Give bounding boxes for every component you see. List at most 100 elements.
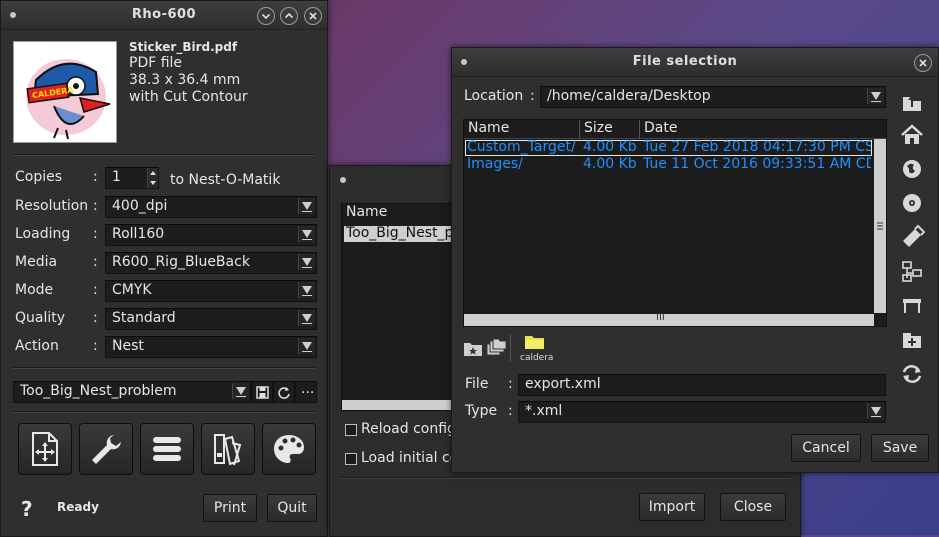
column-divider [639,120,640,138]
print-button[interactable]: Print [203,494,257,522]
file-row[interactable]: Images/4.00 Kb Tue 11 Oct 2016 09:33:51 A… [465,156,872,173]
refresh-icon [278,387,290,399]
setting-value: Nest [112,338,144,354]
setting-value: 400_dpi [112,198,168,214]
setting-value: CMYK [112,282,152,298]
settings-button[interactable] [79,423,133,475]
setting-label: Mode [15,282,54,298]
preset-select[interactable]: Too_Big_Nest_problem [13,381,251,403]
load-initial-checkbox[interactable] [345,453,357,465]
location-label: Location [464,88,524,104]
preset-more-button[interactable]: ... [295,381,317,403]
window-menu-dot[interactable] [340,177,346,183]
save-button[interactable]: Save [871,434,929,462]
nest-row-text: Too_Big_Nest_p [346,225,454,241]
nest-close-button[interactable]: Close [720,493,786,521]
column-name[interactable]: Name [468,120,509,136]
minimize-button[interactable] [257,7,275,25]
setting-label: Resolution [15,198,89,214]
file-list[interactable]: Name Size Date Custom_Target/4.00 Kb Tue … [463,119,887,327]
file-type: PDF file [129,55,183,71]
cdrom-button[interactable] [899,190,925,216]
new-folder-button[interactable] [899,327,925,353]
spinner-arrows[interactable] [147,168,158,188]
bookmark-caldera[interactable]: caldera [518,332,554,366]
chevron-down-icon [298,254,315,270]
nest-row[interactable]: Too_Big_Nest_p [344,225,454,242]
setting-value: Standard [112,310,176,326]
type-select[interactable]: *.xml [518,401,886,423]
setting-select[interactable]: Roll160 [105,224,317,246]
wrench-icon [92,435,121,464]
home-button[interactable] [899,122,925,148]
spinner-icon [150,171,156,185]
column-size[interactable]: Size [584,120,613,136]
column-divider [579,120,580,138]
dialog-close-button[interactable] [914,54,932,72]
setting-colon: : [93,338,98,354]
nest-hscrollbar[interactable] [342,400,454,410]
save-preset-button[interactable] [251,381,273,403]
setting-select[interactable]: Standard [105,308,317,330]
file-colon: : [508,376,513,392]
copies-spinner[interactable]: 1 [105,167,159,189]
location-colon: : [530,88,535,104]
file-row-date: Tue 11 Oct 2016 09:33:51 AM CDT [643,156,871,172]
chevron-down-icon [232,383,249,399]
mounts-button[interactable] [899,258,925,284]
divider [13,367,315,369]
file-name-input[interactable]: export.xml [518,374,886,396]
folder-up-icon [903,95,921,111]
palette-icon [274,435,304,463]
main-window-title: Rho-600 [131,7,197,22]
reload-preset-button[interactable] [273,381,295,403]
folder-icon [525,336,544,349]
new-job-button[interactable] [18,423,72,475]
manage-bookmarks-button[interactable] [485,338,507,358]
main-window: Rho-600 CALDERA Sticker_Bird.pdf PDF fil… [0,0,328,537]
quit-button[interactable]: Quit [267,494,317,522]
vertical-scrollbar[interactable] [874,139,886,313]
maximize-button[interactable] [280,7,298,25]
location-select[interactable]: /home/caldera/Desktop [540,86,886,108]
divider [13,154,315,156]
close-button[interactable] [304,7,322,25]
reload-config-checkbox[interactable] [345,424,357,436]
column-date[interactable]: Date [644,120,677,136]
add-bookmark-button[interactable] [463,338,483,358]
parent-directory-button[interactable] [899,89,925,115]
setting-select[interactable]: R600_Rig_BlueBack [105,252,317,274]
chevron-down-icon [298,226,315,242]
palette-button[interactable] [262,423,316,475]
file-name-value: export.xml [525,376,601,392]
setting-colon: : [93,254,98,270]
setting-select[interactable]: 400_dpi [105,196,317,218]
folder-star-icon [464,343,482,356]
import-button[interactable]: Import [639,493,705,521]
bookmark-caldera-label: caldera [520,353,554,363]
nest-list[interactable]: Name Too_Big_Nest_p [341,203,455,411]
setting-select[interactable]: Nest [105,336,317,358]
horizontal-scrollbar[interactable]: III [464,312,886,326]
folder-plus-icon [903,333,921,348]
queue-button[interactable] [140,423,194,475]
file-note: with Cut Contour [129,89,248,105]
usb-drive-button[interactable] [899,223,926,249]
desktop-button[interactable] [899,292,925,318]
network-button[interactable] [899,156,925,182]
cancel-button[interactable]: Cancel [791,434,861,462]
copies-label: Copies [15,169,63,185]
setting-colon: : [93,198,98,214]
setting-colon: : [93,310,98,326]
preset-more-label: ... [301,381,315,397]
divider [13,411,315,413]
file-row-size: 4.00 Kb [583,139,637,155]
setting-label: Quality [15,310,66,326]
file-size: 38.3 x 36.4 mm [129,72,241,88]
file-row[interactable]: Custom_Target/4.00 Kb Tue 27 Feb 2018 04:… [465,139,872,156]
color-swatch-button[interactable] [201,423,255,475]
file-row-size: 4.00 Kb [583,156,637,172]
help-icon[interactable]: ? [21,497,33,521]
setting-select[interactable]: CMYK [105,280,317,302]
refresh-button[interactable] [899,361,925,387]
